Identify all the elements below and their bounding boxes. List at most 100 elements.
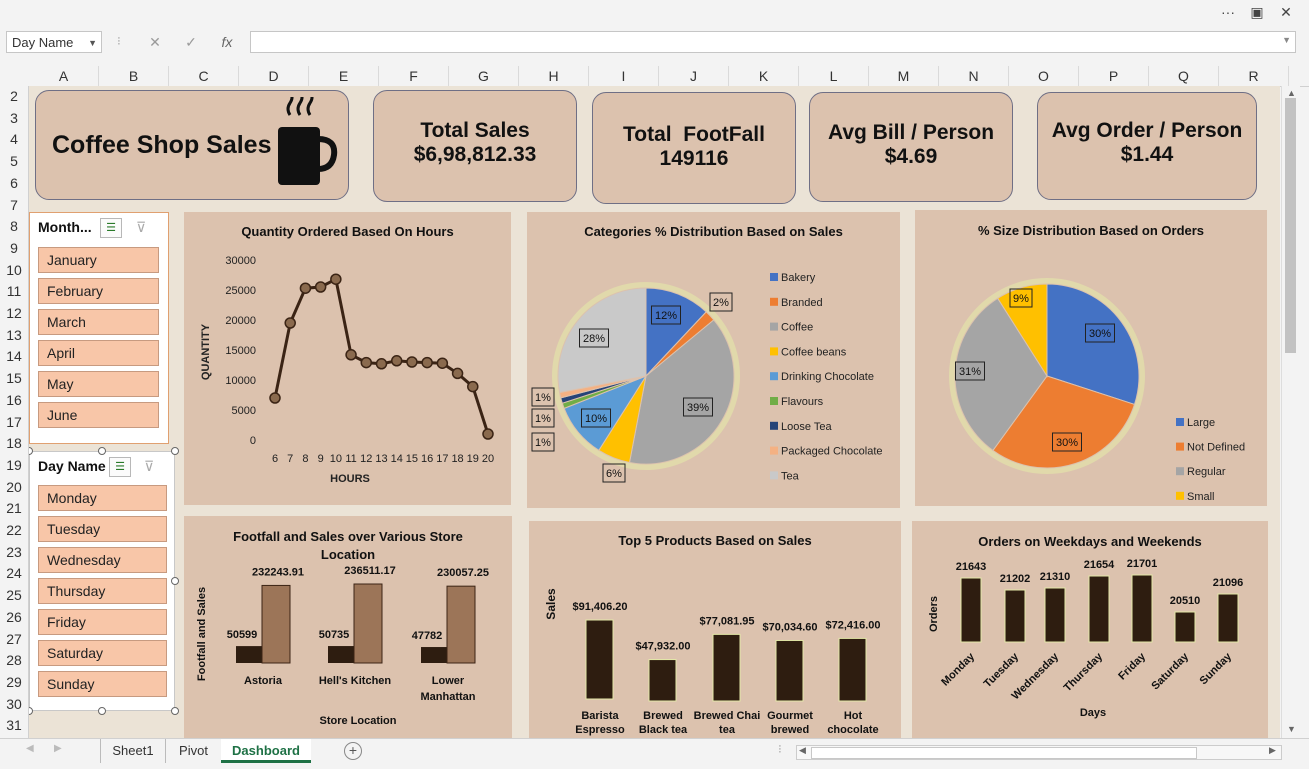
row-header-16[interactable]: 16 bbox=[0, 392, 28, 408]
row-header-13[interactable]: 13 bbox=[0, 327, 28, 343]
scroll-thumb[interactable] bbox=[1285, 98, 1296, 353]
close-window-icon[interactable]: ✕ bbox=[1272, 2, 1300, 22]
column-header-d[interactable]: D bbox=[239, 66, 309, 86]
category-pie-chart-panel[interactable]: Categories % Distribution Based on Sales… bbox=[527, 212, 900, 508]
clear-filter-icon[interactable]: ⊽ bbox=[136, 219, 146, 236]
resize-handle[interactable] bbox=[29, 707, 33, 715]
row-header-31[interactable]: 31 bbox=[0, 717, 28, 733]
slicer-item-february[interactable]: February bbox=[38, 278, 159, 304]
row-header-28[interactable]: 28 bbox=[0, 652, 28, 668]
column-header-m[interactable]: M bbox=[869, 66, 939, 86]
slicer-item-sunday[interactable]: Sunday bbox=[38, 671, 167, 697]
row-header-17[interactable]: 17 bbox=[0, 414, 28, 430]
column-header-j[interactable]: J bbox=[659, 66, 729, 86]
formula-input[interactable]: ▼ bbox=[250, 31, 1296, 53]
column-header-r[interactable]: R bbox=[1219, 66, 1289, 86]
enter-icon[interactable]: ✓ bbox=[181, 34, 201, 51]
row-header-5[interactable]: 5 bbox=[0, 153, 28, 169]
slicer-item-thursday[interactable]: Thursday bbox=[38, 578, 167, 604]
scroll-thumb[interactable] bbox=[811, 747, 1197, 759]
scroll-up-icon[interactable]: ▲ bbox=[1287, 88, 1296, 98]
row-header-24[interactable]: 24 bbox=[0, 565, 28, 581]
slicer-item-april[interactable]: April bbox=[38, 340, 159, 366]
row-header-25[interactable]: 25 bbox=[0, 587, 28, 603]
column-header-c[interactable]: C bbox=[169, 66, 239, 86]
scroll-left-icon[interactable]: ◀ bbox=[799, 745, 806, 756]
cancel-icon[interactable]: ✕ bbox=[145, 34, 165, 51]
column-header-n[interactable]: N bbox=[939, 66, 1009, 86]
row-header-18[interactable]: 18 bbox=[0, 435, 28, 451]
resize-handle[interactable] bbox=[98, 707, 106, 715]
column-header-o[interactable]: O bbox=[1009, 66, 1079, 86]
column-header-h[interactable]: H bbox=[519, 66, 589, 86]
vertical-scrollbar[interactable]: ▲ ▼ bbox=[1281, 86, 1300, 738]
drag-handle-icon[interactable]: ⁝ bbox=[117, 34, 121, 48]
row-header-11[interactable]: 11 bbox=[0, 283, 28, 299]
row-header-7[interactable]: 7 bbox=[0, 197, 28, 213]
scroll-down-icon[interactable]: ▼ bbox=[1287, 724, 1296, 734]
prev-sheet-icon[interactable]: ◀ bbox=[26, 743, 34, 754]
multi-select-icon[interactable]: ☰ bbox=[100, 218, 122, 238]
horizontal-scrollbar[interactable]: ◀ ▶ bbox=[796, 745, 1282, 760]
slicer-item-tuesday[interactable]: Tuesday bbox=[38, 516, 167, 542]
slicer-item-june[interactable]: June bbox=[38, 402, 159, 428]
multi-select-icon[interactable]: ☰ bbox=[109, 457, 131, 477]
column-header-a[interactable]: A bbox=[29, 66, 99, 86]
day-name-slicer[interactable]: Day Name ☰ ⊽ Monday Tuesday Wednesday Th… bbox=[29, 451, 175, 711]
column-header-k[interactable]: K bbox=[729, 66, 799, 86]
column-header-p[interactable]: P bbox=[1079, 66, 1149, 86]
row-header-2[interactable]: 2 bbox=[0, 88, 28, 104]
insert-function-icon[interactable]: fx bbox=[217, 34, 237, 50]
resize-handle[interactable] bbox=[171, 577, 179, 585]
row-header-30[interactable]: 30 bbox=[0, 696, 28, 712]
tab-dashboard[interactable]: Dashboard bbox=[221, 739, 311, 763]
slicer-item-january[interactable]: January bbox=[38, 247, 159, 273]
row-header-14[interactable]: 14 bbox=[0, 348, 28, 364]
tab-sheet1[interactable]: Sheet1 bbox=[100, 739, 165, 763]
column-header-l[interactable]: L bbox=[799, 66, 869, 86]
slicer-item-wednesday[interactable]: Wednesday bbox=[38, 547, 167, 573]
row-header-12[interactable]: 12 bbox=[0, 305, 28, 321]
row-header-15[interactable]: 15 bbox=[0, 370, 28, 386]
next-sheet-icon[interactable]: ▶ bbox=[54, 743, 62, 754]
slicer-item-march[interactable]: March bbox=[38, 309, 159, 335]
scroll-right-icon[interactable]: ▶ bbox=[1269, 745, 1276, 756]
row-header-6[interactable]: 6 bbox=[0, 175, 28, 191]
hours-line-chart-panel[interactable]: Quantity Ordered Based On Hours 30000 250… bbox=[184, 212, 511, 505]
name-box[interactable]: Day Name ▼ bbox=[6, 31, 102, 53]
clear-filter-icon[interactable]: ⊽ bbox=[144, 458, 154, 475]
slicer-item-saturday[interactable]: Saturday bbox=[38, 640, 167, 666]
resize-handle[interactable] bbox=[98, 447, 106, 455]
more-options-icon[interactable]: ··· bbox=[1214, 2, 1242, 22]
weekday-bar-chart-panel[interactable]: Orders on Weekdays and Weekends 21643 212… bbox=[912, 521, 1268, 738]
resize-handle[interactable] bbox=[171, 447, 179, 455]
column-header-e[interactable]: E bbox=[309, 66, 379, 86]
chevron-down-icon[interactable]: ▼ bbox=[88, 32, 97, 54]
store-bar-chart-panel[interactable]: Footfall and Sales over Various Store Lo… bbox=[184, 516, 512, 738]
row-header-9[interactable]: 9 bbox=[0, 240, 28, 256]
slicer-item-monday[interactable]: Monday bbox=[38, 485, 167, 511]
column-header-q[interactable]: Q bbox=[1149, 66, 1219, 86]
row-header-21[interactable]: 21 bbox=[0, 500, 28, 516]
row-header-22[interactable]: 22 bbox=[0, 522, 28, 538]
row-header-27[interactable]: 27 bbox=[0, 631, 28, 647]
size-pie-chart-panel[interactable]: % Size Distribution Based on Orders 30% 3… bbox=[915, 210, 1267, 506]
row-header-8[interactable]: 8 bbox=[0, 218, 28, 234]
drag-handle-icon[interactable]: ⁝ bbox=[778, 742, 782, 756]
tab-pivot[interactable]: Pivot bbox=[165, 739, 221, 763]
resize-handle[interactable] bbox=[171, 707, 179, 715]
products-bar-chart-panel[interactable]: Top 5 Products Based on Sales $91,406.20… bbox=[529, 521, 901, 738]
worksheet-grid[interactable]: Coffee Shop Sales Total Sales $6,98,812.… bbox=[29, 86, 1280, 738]
restore-window-icon[interactable]: ▣ bbox=[1243, 2, 1271, 22]
row-header-3[interactable]: 3 bbox=[0, 110, 28, 126]
row-header-4[interactable]: 4 bbox=[0, 131, 28, 147]
row-header-10[interactable]: 10 bbox=[0, 262, 28, 278]
add-sheet-icon[interactable]: + bbox=[344, 742, 362, 760]
row-header-26[interactable]: 26 bbox=[0, 609, 28, 625]
row-header-29[interactable]: 29 bbox=[0, 674, 28, 690]
row-header-20[interactable]: 20 bbox=[0, 479, 28, 495]
slicer-item-friday[interactable]: Friday bbox=[38, 609, 167, 635]
expand-formula-icon[interactable]: ▼ bbox=[1282, 35, 1291, 45]
row-header-23[interactable]: 23 bbox=[0, 544, 28, 560]
month-slicer[interactable]: Month... ☰ ⊽ January February March Apri… bbox=[29, 212, 169, 444]
